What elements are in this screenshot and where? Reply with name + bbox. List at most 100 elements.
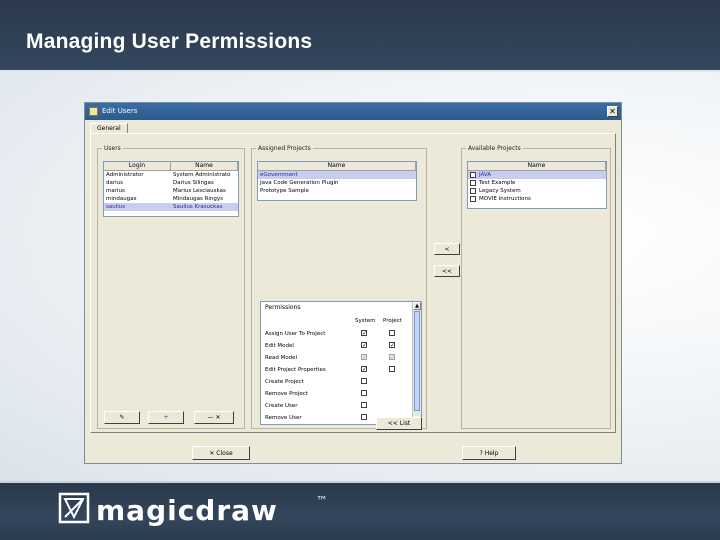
users-group-label: Users bbox=[102, 145, 123, 152]
column-name[interactable]: Name bbox=[171, 162, 238, 170]
column-login[interactable]: Login bbox=[104, 162, 171, 170]
permission-name: Create Project bbox=[265, 379, 304, 385]
table-row[interactable]: Legacy System bbox=[468, 187, 606, 195]
table-row[interactable]: Java Code Generation Plugin bbox=[258, 179, 416, 187]
user-login: saulius bbox=[106, 204, 126, 210]
system-checkbox[interactable]: ✓ bbox=[361, 354, 367, 361]
permission-row: Edit Model ✓ ✓ bbox=[261, 341, 407, 352]
system-checkbox[interactable]: ✓ bbox=[361, 366, 367, 373]
pencil-icon: ✎ bbox=[119, 414, 125, 421]
edit-users-dialog: Edit Users ✕ General Users Login Name Ad… bbox=[84, 102, 622, 464]
system-checkbox[interactable] bbox=[361, 390, 367, 396]
system-checkbox[interactable] bbox=[361, 402, 367, 408]
table-row-selected[interactable]: JAVA bbox=[468, 171, 606, 179]
table-row[interactable]: MOVIE Instructions bbox=[468, 195, 606, 203]
close-button[interactable]: ✕ Close bbox=[192, 446, 250, 460]
add-icon: + bbox=[163, 414, 169, 421]
magicdraw-logo-text: magicdraw bbox=[96, 494, 278, 527]
project-checkbox[interactable]: ✓ bbox=[389, 342, 395, 349]
table-row[interactable]: marius Marius Lesciauskas bbox=[104, 187, 238, 195]
permission-name: Remove Project bbox=[265, 391, 308, 397]
user-name: Marius Lesciauskas bbox=[173, 188, 226, 194]
permission-name: Edit Model bbox=[265, 343, 294, 349]
table-row[interactable]: Prototype Sample bbox=[258, 187, 416, 195]
project-name: MOVIE Instructions bbox=[479, 196, 531, 202]
permission-row: Create User bbox=[261, 401, 407, 412]
delete-user-button[interactable]: — ✕ bbox=[194, 411, 234, 424]
assigned-table-header: Name bbox=[258, 162, 416, 171]
user-login: mindaugas bbox=[106, 196, 137, 202]
table-row-selected[interactable]: eGovernment bbox=[258, 171, 416, 179]
system-checkbox[interactable]: ✓ bbox=[361, 330, 367, 337]
permission-name: Create User bbox=[265, 403, 298, 409]
users-table-header: Login Name bbox=[104, 162, 238, 171]
app-icon bbox=[89, 107, 98, 116]
user-name: Mindaugas Ringys bbox=[173, 196, 224, 202]
system-checkbox[interactable] bbox=[361, 414, 367, 420]
scroll-thumb[interactable] bbox=[414, 311, 420, 411]
assigned-projects-label: Assigned Projects bbox=[256, 145, 313, 152]
project-checkbox[interactable]: ✓ bbox=[389, 354, 395, 361]
edit-user-button[interactable]: ✎ bbox=[104, 411, 140, 424]
list-button[interactable]: << List bbox=[376, 417, 422, 430]
help-button[interactable]: ? Help bbox=[462, 446, 516, 460]
permission-row: Edit Project Properties ✓ bbox=[261, 365, 407, 376]
users-group: Users Login Name Administrator System Adm… bbox=[97, 145, 245, 429]
scroll-up-arrow-icon[interactable]: ▲ bbox=[413, 302, 421, 310]
available-projects-label: Available Projects bbox=[466, 145, 523, 152]
permission-row: Read Model ✓ ✓ bbox=[261, 353, 407, 364]
user-name: Saulius Krasuckas bbox=[173, 204, 223, 210]
column-name[interactable]: Name bbox=[258, 162, 416, 170]
system-checkbox[interactable]: ✓ bbox=[361, 342, 367, 349]
permissions-table: Permissions System Project Assign User T… bbox=[260, 301, 422, 425]
dialog-titlebar[interactable]: Edit Users ✕ bbox=[85, 103, 621, 120]
assign-all-projects-button[interactable]: << bbox=[434, 265, 460, 277]
window-close-button[interactable]: ✕ bbox=[607, 106, 618, 117]
permission-name: Read Model bbox=[265, 355, 298, 361]
table-row[interactable]: darius Darius Silingas bbox=[104, 179, 238, 187]
general-tab-panel: Users Login Name Administrator System Adm… bbox=[90, 133, 616, 433]
project-name: Test Example bbox=[479, 180, 516, 186]
project-checkbox[interactable] bbox=[470, 171, 476, 178]
assigned-projects-group: Assigned Projects Name eGovernment Java … bbox=[251, 145, 427, 429]
magicdraw-logo-icon bbox=[58, 492, 90, 524]
project-name: Legacy System bbox=[479, 188, 521, 194]
table-row[interactable]: mindaugas Mindaugas Ringys bbox=[104, 195, 238, 203]
project-name: Prototype Sample bbox=[260, 188, 309, 194]
permission-name: Assign User To Project bbox=[265, 331, 326, 337]
permission-row: Assign User To Project ✓ bbox=[261, 329, 407, 340]
dialog-title: Edit Users bbox=[102, 107, 138, 115]
system-checkbox[interactable] bbox=[361, 378, 367, 384]
assigned-projects-table[interactable]: Name eGovernment Java Code Generation Pl… bbox=[257, 161, 417, 201]
project-name: JAVA bbox=[479, 172, 492, 178]
user-name: System Administrato bbox=[173, 172, 231, 178]
project-name: eGovernment bbox=[260, 172, 298, 178]
users-table[interactable]: Login Name Administrator System Administr… bbox=[103, 161, 239, 217]
permission-row: Create Project bbox=[261, 377, 407, 388]
available-table-header: Name bbox=[468, 162, 606, 171]
column-project: Project bbox=[383, 318, 402, 324]
delete-icon: — ✕ bbox=[207, 414, 221, 421]
permission-name: Edit Project Properties bbox=[265, 367, 326, 373]
project-checkbox[interactable] bbox=[470, 179, 476, 186]
user-name: Darius Silingas bbox=[173, 180, 214, 186]
table-row[interactable]: Test Example bbox=[468, 179, 606, 187]
project-name: Java Code Generation Plugin bbox=[260, 180, 339, 186]
project-checkbox[interactable] bbox=[389, 366, 395, 372]
table-row-selected[interactable]: saulius Saulius Krasuckas bbox=[104, 203, 238, 211]
permissions-label: Permissions bbox=[265, 304, 301, 311]
trademark-symbol: ™ bbox=[316, 494, 328, 508]
add-user-button[interactable]: + bbox=[148, 411, 184, 424]
column-system: System bbox=[355, 318, 376, 324]
column-name[interactable]: Name bbox=[468, 162, 606, 170]
table-row[interactable]: Administrator System Administrato bbox=[104, 171, 238, 179]
user-login: Administrator bbox=[106, 172, 144, 178]
user-login: darius bbox=[106, 180, 124, 186]
available-projects-group: Available Projects Name JAVA Test Exampl… bbox=[461, 145, 611, 429]
project-checkbox[interactable] bbox=[470, 187, 476, 194]
project-checkbox[interactable] bbox=[389, 330, 395, 336]
permissions-scrollbar[interactable]: ▲ ▼ bbox=[412, 302, 421, 424]
assign-project-button[interactable]: < bbox=[434, 243, 460, 255]
available-projects-table[interactable]: Name JAVA Test Example Legacy System MOV… bbox=[467, 161, 607, 209]
project-checkbox[interactable] bbox=[470, 195, 476, 202]
